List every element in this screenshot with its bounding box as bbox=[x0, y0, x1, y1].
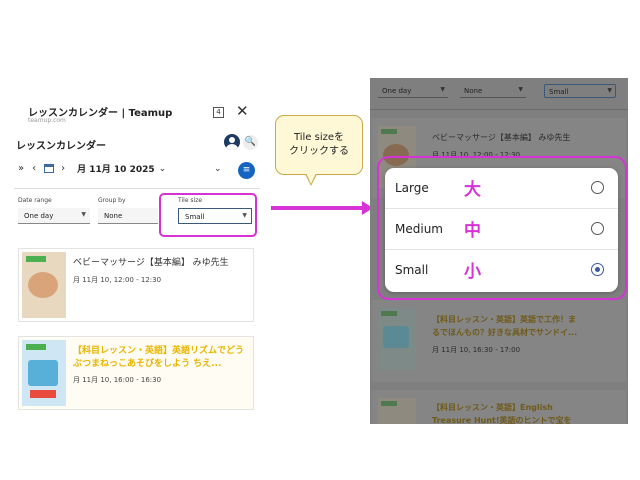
tile-size-select: Small ▼ bbox=[544, 84, 616, 98]
event-time: 月 11月 10, 16:30 - 17:00 bbox=[432, 346, 521, 354]
event-title-line-2: るでほんもの？好きな具材でサンドイ... bbox=[432, 328, 578, 337]
chevron-down-icon[interactable]: ⌄ bbox=[214, 164, 222, 174]
event-thumbnail bbox=[22, 252, 66, 318]
group-by-select: None ▼ bbox=[460, 84, 526, 98]
radio-icon[interactable] bbox=[591, 222, 604, 235]
event-thumbnail bbox=[22, 340, 66, 406]
callout-tail-fill bbox=[306, 173, 316, 184]
event-time: 月 11月 10, 16:00 - 16:30 bbox=[73, 376, 162, 384]
user-avatar-icon[interactable] bbox=[224, 134, 240, 150]
tile-size-value: Small bbox=[549, 88, 569, 96]
menu-icon[interactable]: ≡ bbox=[238, 162, 255, 179]
caret-down-icon: ▼ bbox=[607, 87, 612, 94]
instruction-callout: Tile sizeを クリックする bbox=[275, 115, 363, 175]
group-by-value: None bbox=[104, 212, 123, 220]
group-by-label: Group by bbox=[98, 197, 126, 204]
event-card: 【科目レッスン・英語】English Treasure Hunt!英語のヒントで… bbox=[372, 390, 626, 424]
option-label: Small bbox=[395, 263, 429, 277]
option-medium[interactable]: Medium 中 bbox=[385, 209, 618, 250]
caret-down-icon: ▼ bbox=[81, 211, 86, 218]
event-thumbnail bbox=[378, 398, 416, 424]
date-range-label: Date range bbox=[18, 197, 52, 204]
date-navigation: » ‹ › 月 11月 10 2025 ⌄ bbox=[18, 162, 166, 175]
caret-down-icon: ▼ bbox=[518, 86, 523, 93]
date-range-value: One day bbox=[382, 87, 412, 95]
tabs-icon[interactable]: 4 bbox=[213, 107, 224, 118]
date-range-select[interactable]: One day ▼ bbox=[18, 208, 90, 224]
event-title: 【科目レッスン・英語】英語リズムでどうぶつまねっこあそびをしよう ちえ... bbox=[73, 346, 245, 369]
option-small[interactable]: Small 小 bbox=[385, 250, 618, 291]
group-by-select[interactable]: None bbox=[98, 208, 158, 224]
option-label: Large bbox=[395, 181, 429, 195]
caret-down-icon: ▼ bbox=[440, 86, 445, 93]
option-kanji-annotation: 大 bbox=[464, 180, 481, 200]
tile-size-highlight bbox=[159, 193, 257, 237]
left-phone-screen: レッスンカレンダー | Teamup teamup.com 4 ✕ レッスンカレ… bbox=[12, 100, 260, 410]
event-card[interactable]: ベビーマッサージ【基本編】 みゆ先生 月 11月 10, 12:00 - 12:… bbox=[18, 248, 254, 322]
callout-line-2: クリックする bbox=[289, 146, 349, 157]
event-thumbnail bbox=[378, 308, 416, 370]
option-label: Medium bbox=[395, 222, 443, 236]
calendar-icon[interactable] bbox=[44, 164, 55, 173]
skip-forward-icon[interactable]: » bbox=[18, 163, 24, 174]
option-large[interactable]: Large 大 bbox=[385, 168, 618, 209]
divider bbox=[14, 188, 260, 189]
callout-line-1: Tile sizeを bbox=[293, 132, 345, 143]
arrow-line bbox=[271, 206, 364, 210]
date-range-select: One day ▼ bbox=[378, 84, 448, 98]
event-time: 月 11月 10, 12:00 - 12:30 bbox=[73, 276, 162, 284]
event-title: ベビーマッサージ【基本編】 みゆ先生 bbox=[432, 133, 571, 142]
event-title-line-2: Treasure Hunt!英語のヒントで宝を bbox=[432, 416, 572, 424]
group-by-value: None bbox=[464, 87, 483, 95]
prev-icon[interactable]: ‹ bbox=[32, 163, 36, 174]
next-icon[interactable]: › bbox=[61, 163, 65, 174]
event-title-line-1: 【科目レッスン・英語】英語で工作！ま bbox=[432, 315, 576, 324]
calendar-title: レッスンカレンダー bbox=[16, 141, 106, 152]
divider bbox=[370, 109, 628, 110]
event-title-line-1: 【科目レッスン・英語】English bbox=[432, 403, 553, 412]
app-subtitle: teamup.com bbox=[28, 117, 66, 124]
event-title: ベビーマッサージ【基本編】 みゆ先生 bbox=[73, 258, 229, 268]
tile-size-popup: Large 大 Medium 中 Small 小 bbox=[385, 168, 618, 292]
option-kanji-annotation: 小 bbox=[464, 262, 481, 282]
radio-icon[interactable] bbox=[591, 181, 604, 194]
date-chevron-icon[interactable]: ⌄ bbox=[159, 164, 167, 174]
close-icon[interactable]: ✕ bbox=[236, 102, 249, 120]
option-kanji-annotation: 中 bbox=[464, 221, 481, 241]
event-card: 【科目レッスン・英語】英語で工作！ま るでほんもの？好きな具材でサンドイ... … bbox=[372, 300, 626, 382]
current-date[interactable]: 月 11月 10 2025 bbox=[77, 162, 155, 175]
radio-selected-icon[interactable] bbox=[591, 263, 604, 276]
event-card[interactable]: 【科目レッスン・英語】英語リズムでどうぶつまねっこあそびをしよう ちえ... 月… bbox=[18, 336, 254, 410]
date-range-value: One day bbox=[24, 212, 54, 220]
search-icon[interactable]: 🔍 bbox=[243, 135, 258, 150]
